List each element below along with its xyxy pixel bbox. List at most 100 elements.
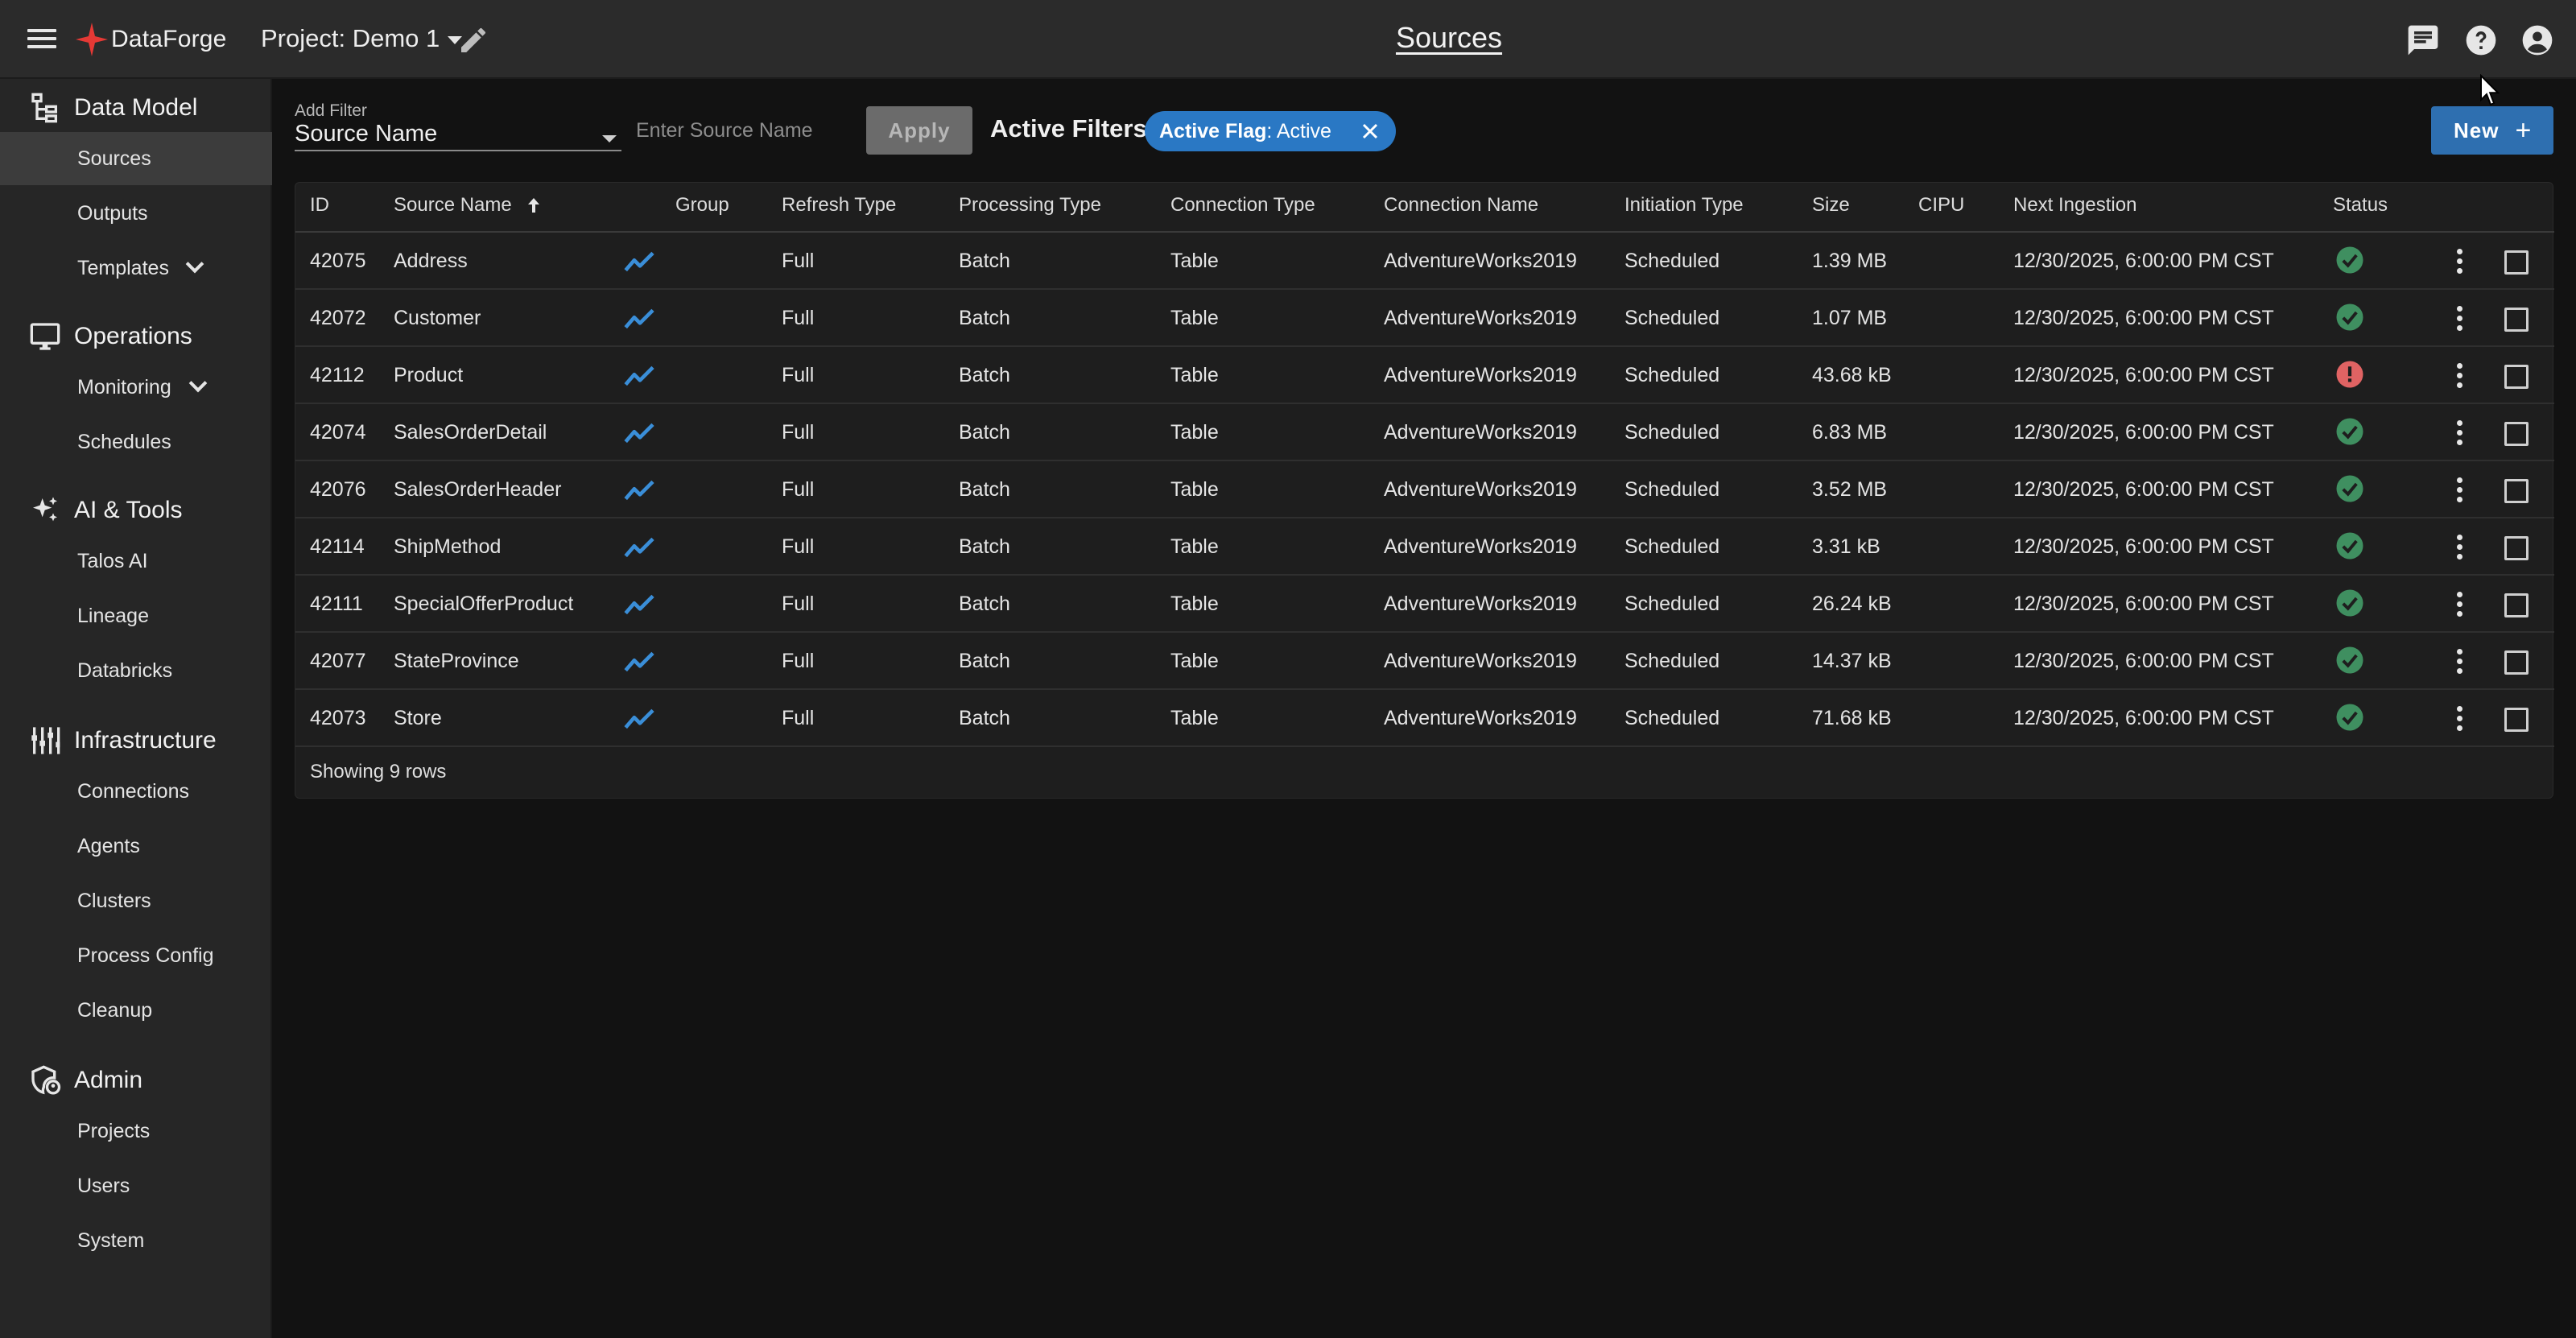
row-select-checkbox[interactable] (2504, 308, 2529, 332)
row-select-checkbox[interactable] (2504, 536, 2529, 560)
row-actions-kebab-icon[interactable] (2451, 420, 2467, 448)
column-header-processing-type[interactable]: Processing Type (959, 194, 1101, 217)
sidebar-section-operations[interactable]: Operations (0, 311, 272, 362)
row-actions-kebab-icon[interactable] (2451, 249, 2467, 276)
active-filter-chip[interactable]: Active Flag: Active (1145, 111, 1396, 151)
trend-chart-icon[interactable] (622, 420, 658, 446)
row-actions-kebab-icon[interactable] (2451, 477, 2467, 505)
remove-filter-close-icon[interactable] (1360, 122, 1380, 141)
filter-value-input[interactable] (636, 113, 845, 148)
cell-source-name[interactable]: ShipMethod (394, 535, 501, 559)
status-success-check-icon (2336, 589, 2363, 617)
column-header-next-ingestion[interactable]: Next Ingestion (2013, 194, 2136, 217)
sidebar-item-clusters[interactable]: Clusters (0, 874, 272, 927)
sidebar-section-infrastructure[interactable]: Infrastructure (0, 715, 272, 766)
sidebar-item-schedules[interactable]: Schedules (0, 415, 272, 469)
table-row[interactable]: 42072 Customer Full Batch Table AdventureWork… (295, 290, 2554, 347)
row-select-checkbox[interactable] (2504, 650, 2529, 675)
sort-ascending-arrow-icon[interactable] (524, 194, 543, 217)
sidebar-item-label: Connections (77, 779, 189, 803)
row-actions-kebab-icon[interactable] (2451, 592, 2467, 619)
sidebar-item-lineage[interactable]: Lineage (0, 589, 272, 642)
admin-icon (27, 1063, 63, 1098)
sidebar-item-databricks[interactable]: Databricks (0, 644, 272, 697)
sidebar-section-data-model[interactable]: Data Model (0, 82, 272, 134)
edit-pencil-icon[interactable] (457, 24, 489, 56)
sidebar-item-process-config[interactable]: Process Config (0, 929, 272, 982)
row-actions-kebab-icon[interactable] (2451, 649, 2467, 676)
row-select-checkbox[interactable] (2504, 365, 2529, 389)
cell-source-name[interactable]: StateProvince (394, 650, 519, 673)
row-actions-kebab-icon[interactable] (2451, 706, 2467, 733)
row-select-checkbox[interactable] (2504, 250, 2529, 275)
menu-icon[interactable] (27, 24, 60, 55)
cell-source-name[interactable]: Address (394, 250, 468, 273)
table-row[interactable]: 42114 ShipMethod Full Batch Table AdventureWo… (295, 518, 2554, 576)
sidebar-item-monitoring[interactable]: Monitoring (0, 361, 272, 414)
table-row[interactable]: 42076 SalesOrderHeader Full Batch Table Adven… (295, 461, 2554, 518)
filter-field-select[interactable]: Source Name (295, 119, 621, 151)
new-source-button[interactable]: New + (2431, 106, 2553, 155)
trend-chart-icon[interactable] (622, 649, 658, 675)
cell-source-name[interactable]: SalesOrderDetail (394, 421, 547, 444)
column-header-cipu[interactable]: CIPU (1918, 194, 1964, 217)
sidebar-section-ai-tools[interactable]: AI & Tools (0, 485, 272, 536)
chat-icon[interactable] (2405, 23, 2441, 58)
cell-next-ingestion: 12/30/2025, 6:00:00 PM CST (2013, 650, 2274, 672)
trend-chart-icon[interactable] (622, 535, 658, 560)
sidebar-section-admin[interactable]: Admin (0, 1055, 272, 1106)
row-actions-kebab-icon[interactable] (2451, 363, 2467, 390)
cell-id: 42114 (310, 535, 365, 558)
cell-source-name[interactable]: Customer (394, 307, 481, 330)
column-header-id[interactable]: ID (310, 194, 329, 217)
cell-connection-type: Table (1170, 307, 1219, 329)
sidebar-item-sources[interactable]: Sources (0, 132, 272, 185)
trend-chart-icon[interactable] (622, 477, 658, 503)
project-selector[interactable]: Project: Demo 1 (261, 24, 463, 53)
row-select-checkbox[interactable] (2504, 708, 2529, 732)
column-header-initiation-type[interactable]: Initiation Type (1624, 194, 1744, 217)
table-row[interactable]: 42111 SpecialOfferProduct Full Batch Table Ad… (295, 576, 2554, 633)
trend-chart-icon[interactable] (622, 306, 658, 332)
trend-chart-icon[interactable] (622, 249, 658, 275)
table-row[interactable]: 42074 SalesOrderDetail Full Batch Table Adven… (295, 404, 2554, 461)
app-logo[interactable]: DataForge (74, 21, 227, 58)
column-header-source-name[interactable]: Source Name (394, 194, 512, 217)
column-header-connection-name[interactable]: Connection Name (1384, 194, 1538, 217)
row-select-checkbox[interactable] (2504, 479, 2529, 503)
sidebar-item-connections[interactable]: Connections (0, 765, 272, 818)
table-row[interactable]: 42077 StateProvince Full Batch Table Adventur… (295, 633, 2554, 690)
account-icon[interactable] (2520, 23, 2555, 58)
sidebar-item-outputs[interactable]: Outputs (0, 187, 272, 240)
trend-chart-icon[interactable] (622, 592, 658, 617)
column-header-refresh-type[interactable]: Refresh Type (782, 194, 896, 217)
row-actions-kebab-icon[interactable] (2451, 535, 2467, 562)
row-select-checkbox[interactable] (2504, 593, 2529, 617)
row-actions-kebab-icon[interactable] (2451, 306, 2467, 333)
sidebar-item-users[interactable]: Users (0, 1159, 272, 1212)
column-header-group[interactable]: Group (675, 194, 729, 217)
trend-chart-icon[interactable] (622, 363, 658, 389)
cell-source-name[interactable]: Product (394, 364, 463, 387)
cell-source-name[interactable]: SalesOrderHeader (394, 478, 561, 502)
help-icon[interactable] (2463, 23, 2499, 58)
column-header-status[interactable]: Status (2333, 194, 2388, 217)
cell-source-name[interactable]: SpecialOfferProduct (394, 593, 573, 616)
cell-source-name[interactable]: Store (394, 707, 442, 730)
sidebar-item-projects[interactable]: Projects (0, 1105, 272, 1158)
column-header-connection-type[interactable]: Connection Type (1170, 194, 1315, 217)
table-row[interactable]: 42112 Product Full Batch Table AdventureWorks… (295, 347, 2554, 404)
sidebar-item-talos-ai[interactable]: Talos AI (0, 535, 272, 588)
apply-filter-button[interactable]: Apply (866, 106, 972, 155)
sidebar-item-cleanup[interactable]: Cleanup (0, 984, 272, 1037)
row-select-checkbox[interactable] (2504, 422, 2529, 446)
table-row[interactable]: 42075 Address Full Batch Table AdventureWorks… (295, 233, 2554, 290)
page-title[interactable]: Sources (1396, 21, 1502, 54)
table-row[interactable]: 42073 Store Full Batch Table AdventureWorks20… (295, 690, 2554, 747)
sidebar-item-templates[interactable]: Templates (0, 242, 272, 295)
cell-refresh-type: Full (782, 364, 815, 386)
trend-chart-icon[interactable] (622, 706, 658, 732)
sidebar-item-system[interactable]: System (0, 1214, 272, 1267)
column-header-size[interactable]: Size (1812, 194, 1850, 217)
sidebar-item-agents[interactable]: Agents (0, 820, 272, 873)
